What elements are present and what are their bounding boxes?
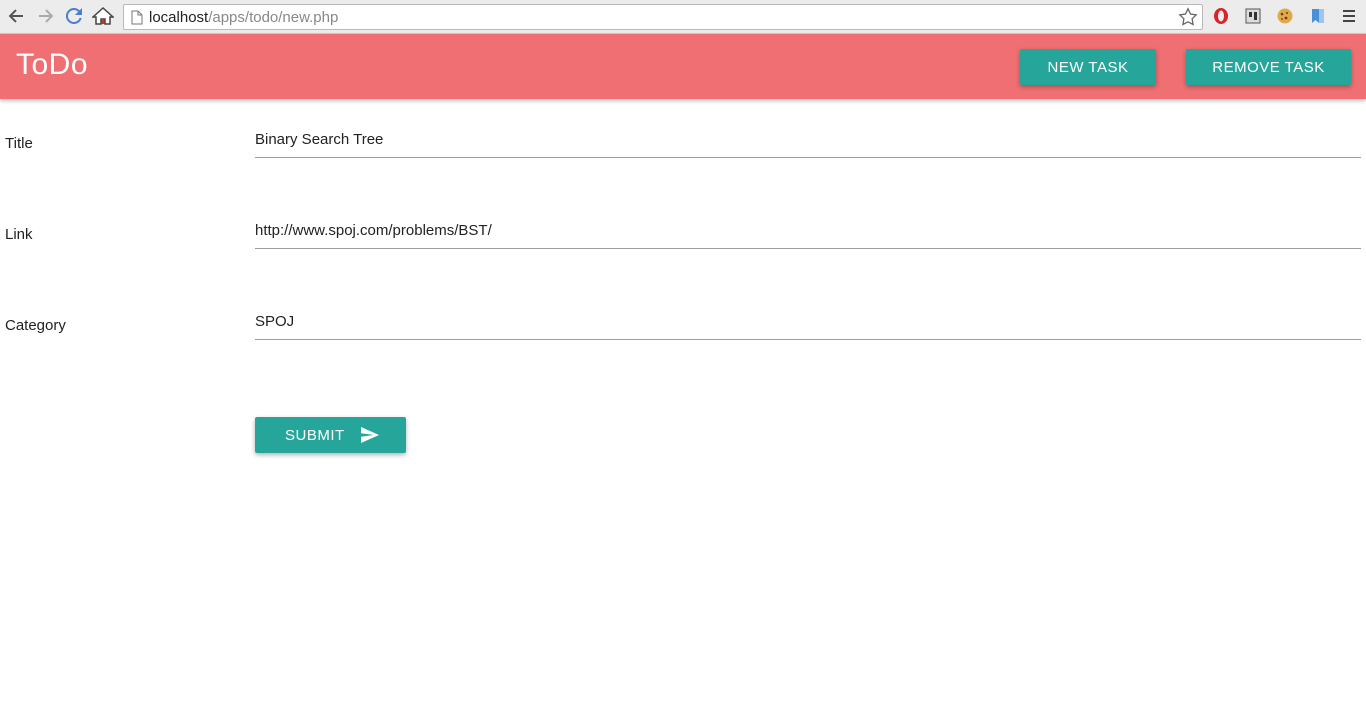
title-label: Title — [5, 135, 33, 152]
forward-icon[interactable] — [34, 4, 58, 28]
bookmark-icon[interactable] — [1308, 6, 1328, 26]
category-label: Category — [5, 317, 66, 334]
page-icon — [131, 10, 143, 25]
link-label: Link — [5, 226, 33, 243]
submit-button[interactable]: SUBMIT — [255, 417, 406, 453]
back-icon[interactable] — [4, 4, 28, 28]
category-input[interactable] — [255, 304, 1361, 340]
url-host: localhost — [149, 9, 209, 26]
opera-icon[interactable] — [1211, 6, 1231, 26]
app-header: ToDo NEW TASK REMOVE TASK — [0, 34, 1366, 99]
star-icon[interactable] — [1178, 7, 1198, 27]
extension-icon[interactable] — [1243, 6, 1263, 26]
url-text: localhost/apps/todo/new.php — [149, 9, 338, 26]
remove-task-button[interactable]: REMOVE TASK — [1186, 49, 1351, 85]
menu-icon[interactable] — [1339, 6, 1359, 26]
browser-toolbar: localhost/apps/todo/new.php — [0, 0, 1366, 34]
url-path: /apps/todo/new.php — [208, 9, 339, 26]
link-input[interactable] — [255, 213, 1361, 249]
title-input[interactable] — [255, 122, 1361, 158]
cookie-icon[interactable] — [1275, 6, 1295, 26]
address-bar[interactable]: localhost/apps/todo/new.php — [123, 4, 1203, 30]
send-icon — [360, 427, 379, 443]
new-task-button[interactable]: NEW TASK — [1020, 49, 1156, 85]
brand-logo[interactable]: ToDo — [16, 48, 88, 82]
reload-icon[interactable] — [62, 4, 86, 28]
home-icon[interactable] — [91, 4, 115, 28]
submit-label: SUBMIT — [285, 426, 345, 444]
